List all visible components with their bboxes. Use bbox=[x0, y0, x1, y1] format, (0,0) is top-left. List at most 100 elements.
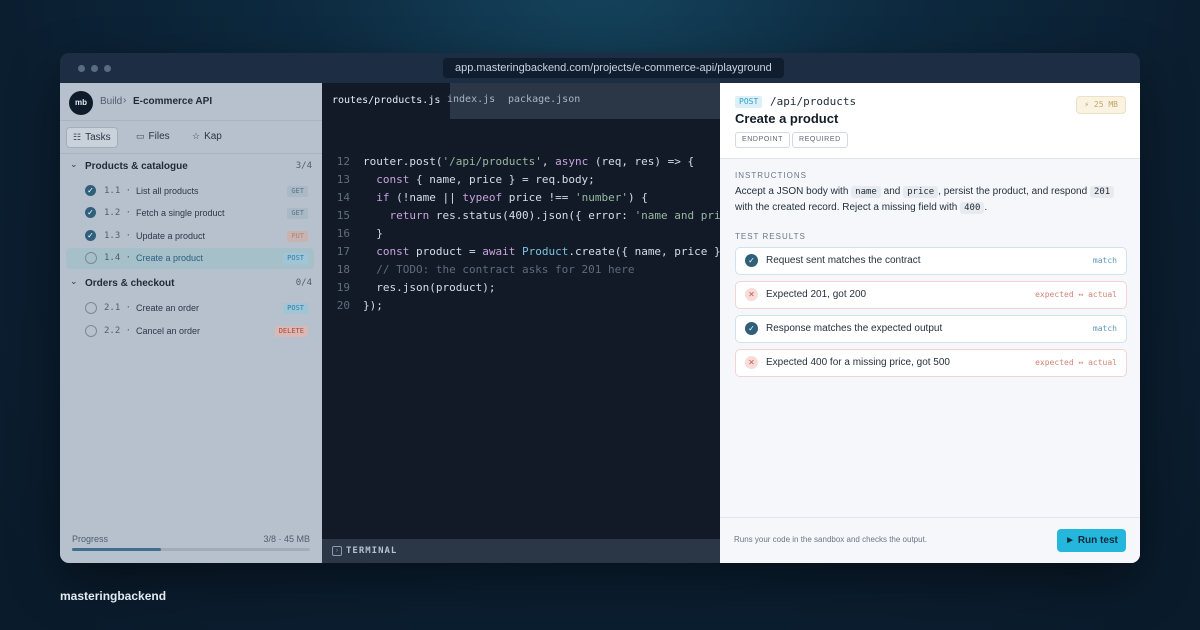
code-text: // TODO: the contract asks for 201 here bbox=[363, 263, 635, 276]
task-1-3[interactable]: ✓ 1.3 · Update a product PUT bbox=[66, 226, 314, 247]
url-bar[interactable]: app.masteringbackend.com/projects/e-comm… bbox=[443, 58, 784, 78]
line-number: 14 bbox=[336, 191, 350, 204]
task-label: Create a product bbox=[136, 253, 204, 263]
progress-fill bbox=[72, 548, 162, 551]
endpoint-path: /api/products bbox=[770, 95, 857, 108]
empty-circle-icon bbox=[85, 252, 97, 264]
method-badge: PUT bbox=[287, 231, 308, 242]
terminal-bar[interactable]: › TERMINAL bbox=[322, 539, 720, 563]
test-result-item[interactable]: ✕ Expected 400 for a missing price, got … bbox=[735, 349, 1127, 377]
task-header: POST /api/products Create a product ENDP… bbox=[720, 83, 1140, 159]
task-label: Create an order bbox=[136, 303, 200, 313]
code-line[interactable]: 20}); bbox=[322, 297, 720, 315]
test-result-item[interactable]: ✓ Response matches the expected output m… bbox=[735, 315, 1127, 343]
method-badge: POST bbox=[735, 96, 763, 108]
chevron-down-icon: ⌄ bbox=[70, 159, 78, 169]
method-badge: DELETE bbox=[274, 326, 308, 337]
editor-tab-index[interactable]: index.js bbox=[447, 94, 495, 105]
task-1-1[interactable]: ✓ 1.1 · List all products GET bbox=[66, 181, 314, 202]
test-result-text: Request sent matches the contract bbox=[766, 255, 921, 266]
section-orders[interactable]: ⌄ Orders & checkout 0/4 bbox=[60, 274, 322, 294]
close-icon: ✕ bbox=[745, 356, 758, 369]
section-count: 3/4 bbox=[295, 161, 312, 171]
check-icon: ✓ bbox=[745, 322, 758, 335]
test-results-label: TEST RESULTS bbox=[735, 232, 806, 241]
window-dot-icon[interactable] bbox=[78, 65, 85, 72]
terminal-label: TERMINAL bbox=[346, 546, 398, 556]
window-dot-icon[interactable] bbox=[91, 65, 98, 72]
empty-circle-icon bbox=[85, 302, 97, 314]
line-number: 18 bbox=[336, 263, 350, 276]
inline-code: name bbox=[851, 186, 881, 198]
test-result-item[interactable]: ✓ Request sent matches the contract matc… bbox=[735, 247, 1127, 275]
task-number: 1.1 · bbox=[104, 186, 132, 196]
browser-titlebar: app.masteringbackend.com/projects/e-comm… bbox=[60, 53, 1140, 83]
folder-icon: ▭ bbox=[136, 131, 145, 141]
code-line[interactable]: 16 } bbox=[322, 225, 720, 243]
instr-text: with the created record. Reject a missin… bbox=[735, 202, 961, 213]
window-dot-icon[interactable] bbox=[104, 65, 111, 72]
line-number: 16 bbox=[336, 227, 350, 240]
line-number: 19 bbox=[336, 281, 350, 294]
instr-text: . bbox=[984, 202, 988, 213]
task-number: 1.3 · bbox=[104, 231, 132, 241]
task-1-4[interactable]: 1.4 · Create a product POST bbox=[66, 248, 314, 269]
code-line[interactable]: 14 if (!name || typeof price !== 'number… bbox=[322, 189, 720, 207]
run-test-button[interactable]: ► Run test bbox=[1057, 529, 1126, 552]
section-title: Orders & checkout bbox=[85, 278, 175, 289]
list-icon: ☷ bbox=[73, 132, 82, 142]
code-line[interactable]: 15 return res.status(400).json({ error: … bbox=[322, 207, 720, 225]
tab-files[interactable]: ▭ Files bbox=[130, 127, 176, 146]
task-label: Cancel an order bbox=[136, 326, 201, 336]
instructions-text: Accept a JSON body with name and price, … bbox=[735, 184, 1127, 216]
instr-text: , persist the product, and respond bbox=[938, 186, 1090, 197]
sidebar-tabs: ☷ Tasks ▭ Files ☆ Kap bbox=[60, 120, 322, 154]
chevron-down-icon: ⌄ bbox=[70, 276, 78, 286]
task-number: 2.1 · bbox=[104, 303, 132, 313]
task-number: 2.2 · bbox=[104, 326, 132, 336]
task-label: List all products bbox=[136, 186, 199, 196]
brand-wordmark: masteringbackend bbox=[60, 589, 167, 603]
task-footer: Runs your code in the sandbox and checks… bbox=[720, 517, 1140, 563]
task-2-1[interactable]: 2.1 · Create an order POST bbox=[66, 298, 314, 319]
section-title: Products & catalogue bbox=[85, 161, 188, 172]
editor-tab-package[interactable]: package.json bbox=[508, 94, 580, 105]
code-line[interactable]: 17 const product = await Product.create(… bbox=[322, 243, 720, 261]
editor-tab-routes[interactable]: routes/products.js bbox=[322, 83, 451, 119]
inline-code: 201 bbox=[1089, 186, 1115, 198]
code-line[interactable]: 19 res.json(product); bbox=[322, 279, 720, 297]
tab-kap[interactable]: ☆ Kap bbox=[186, 127, 228, 146]
task-label: Update a product bbox=[136, 231, 206, 241]
logo[interactable]: mb bbox=[69, 91, 93, 115]
tab-tasks[interactable]: ☷ Tasks bbox=[66, 127, 118, 148]
tab-label: Files bbox=[148, 131, 170, 142]
breadcrumb-parent[interactable]: Build bbox=[100, 96, 122, 107]
code-area[interactable]: 12 router.post('/api/products', async (re… bbox=[322, 153, 720, 353]
code-line[interactable]: 13 const { name, price } = req.body; bbox=[322, 171, 720, 189]
breadcrumb-current: E-commerce API bbox=[133, 96, 213, 107]
test-result-item[interactable]: ✕ Expected 201, got 200 expected ↔ actua… bbox=[735, 281, 1127, 309]
line-number: 17 bbox=[336, 245, 350, 258]
test-result-tag: expected ↔ actual bbox=[1035, 358, 1117, 367]
task-1-2[interactable]: ✓ 1.2 · Fetch a single product GET bbox=[66, 203, 314, 224]
task-2-2[interactable]: 2.2 · Cancel an order DELETE bbox=[66, 321, 314, 342]
code-editor[interactable]: routes/products.js index.js package.json… bbox=[322, 83, 720, 563]
code-line[interactable]: 18 // TODO: the contract asks for 201 he… bbox=[322, 261, 720, 279]
code-line[interactable]: 12 router.post('/api/products', async (re… bbox=[322, 153, 720, 171]
endpoint-chip: ENDPOINT bbox=[735, 132, 790, 148]
method-badge: GET bbox=[287, 208, 308, 219]
test-result-text: Expected 201, got 200 bbox=[766, 289, 867, 300]
tab-label: Tasks bbox=[85, 132, 111, 143]
required-chip: REQUIRED bbox=[792, 132, 848, 148]
breadcrumb-separator-icon: › bbox=[123, 95, 127, 106]
progress-bar bbox=[72, 548, 310, 551]
test-result-text: Response matches the expected output bbox=[766, 323, 943, 334]
sidebar: mb Build › E-commerce API ☷ Tasks ▭ Files … bbox=[60, 83, 322, 563]
section-products[interactable]: ⌄ Products & catalogue 3/4 bbox=[60, 157, 322, 177]
code-text: const { name, price } = req.body; bbox=[376, 173, 595, 186]
line-number: 15 bbox=[336, 209, 350, 222]
task-title: Create a product bbox=[735, 111, 839, 126]
inline-code: price bbox=[903, 186, 939, 198]
instr-text: Accept a JSON body with bbox=[735, 186, 852, 197]
check-icon: ✓ bbox=[85, 207, 96, 218]
